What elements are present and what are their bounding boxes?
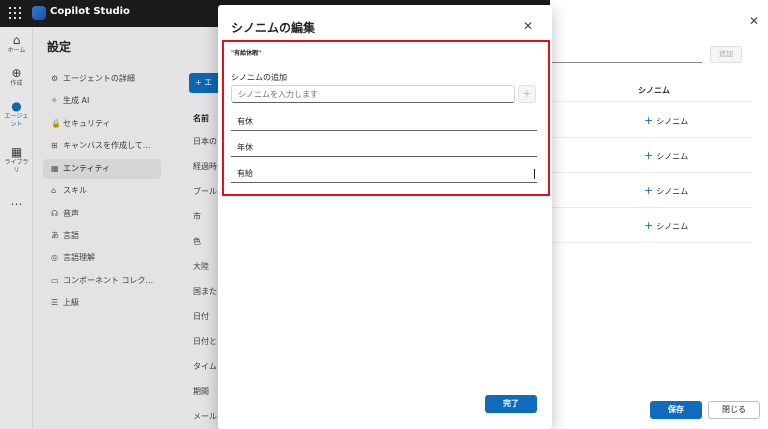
copilot-studio-logo [32,6,46,20]
plus-icon: + [644,114,654,127]
text-caret [534,169,535,179]
close-icon[interactable]: ✕ [523,19,533,33]
add-synonym-link[interactable]: + シノニム [644,149,688,162]
add-synonym-link[interactable]: + シノニム [644,114,688,127]
save-button[interactable]: 保存 [650,401,702,419]
entity-side-panel [550,0,768,429]
divider [552,172,752,173]
synonym-field[interactable]: 有休 [231,113,537,131]
side-input-underline [552,62,702,63]
plus-icon: + [644,219,654,232]
plus-icon: + [644,149,654,162]
edit-synonyms-dialog: シノニムの編集 ✕ "有給休暇" シノニムの追加 + 有休 年休 有給 完了 [218,5,552,429]
app-title: Copilot Studio [50,6,130,17]
app-launcher-icon[interactable] [8,6,22,20]
column-header-synonym: シノニム [638,86,670,95]
add-synonym-link[interactable]: + シノニム [644,184,688,197]
add-synonym-link[interactable]: + シノニム [644,219,688,232]
plus-icon: + [522,87,532,100]
entity-name: "有給休暇" [231,50,262,57]
plus-icon: + [644,184,654,197]
divider [552,207,752,208]
divider [552,101,752,102]
divider [552,242,752,243]
add-synonym-label: シノニムの追加 [231,73,287,82]
synonym-field[interactable]: 有給 [231,165,537,183]
close-button[interactable]: 閉じる [708,401,760,419]
divider [552,137,752,138]
add-synonym-button[interactable]: + [518,85,536,103]
dialog-title: シノニムの編集 [231,21,316,35]
done-button[interactable]: 完了 [485,395,537,413]
add-button[interactable]: 追加 [710,46,742,63]
synonym-input[interactable] [231,85,515,103]
close-icon[interactable]: ✕ [749,14,759,28]
synonym-field[interactable]: 年休 [231,139,537,157]
